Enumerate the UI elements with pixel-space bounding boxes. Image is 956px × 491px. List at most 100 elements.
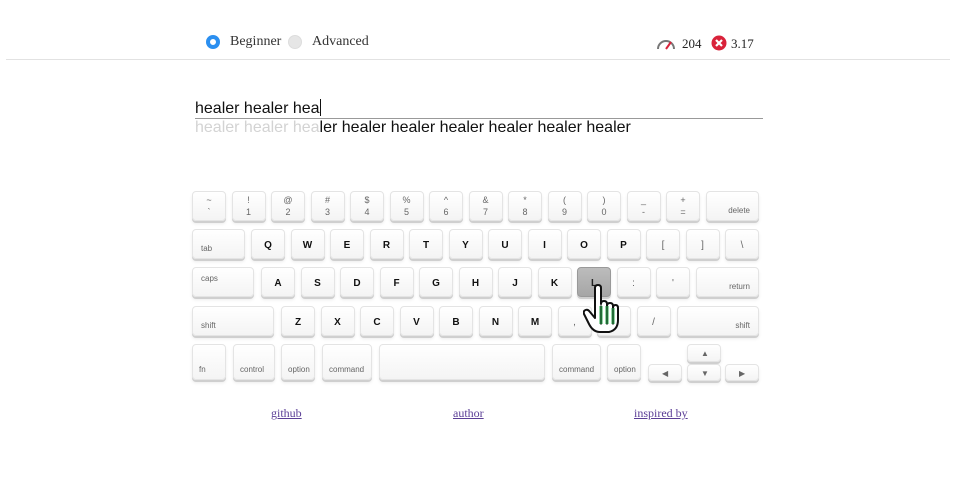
key-shift-right[interactable]: shift (677, 306, 759, 336)
key-f[interactable]: F (379, 267, 414, 297)
key-d[interactable]: D (340, 267, 374, 297)
key-command-right[interactable]: command (552, 344, 601, 380)
key-label: W (302, 240, 313, 251)
key-space[interactable] (379, 344, 545, 380)
key-label: A (274, 278, 282, 289)
key-arrow-down-icon: ▼ (701, 369, 709, 378)
key-sym[interactable]: : (616, 267, 651, 297)
key-control[interactable]: control (233, 344, 275, 380)
key-label: J (512, 278, 518, 289)
target-text: healer healer healer healer healer heale… (195, 119, 631, 137)
key-symbol: 5 (403, 207, 409, 217)
key-arrow-up[interactable]: ▲ (687, 344, 721, 362)
inspired-by-link[interactable]: inspired by (634, 406, 688, 421)
key-x[interactable]: X (320, 306, 355, 336)
key-arrow-down[interactable]: ▼ (687, 364, 721, 381)
key-sym[interactable]: [ (646, 229, 680, 259)
key-z[interactable]: Z (281, 306, 315, 336)
key-m[interactable]: M (518, 306, 552, 336)
key-s[interactable]: S (300, 267, 335, 297)
key-shift-symbol: ~ (206, 195, 212, 205)
advanced-radio[interactable] (288, 35, 302, 49)
key-w[interactable]: W (290, 229, 325, 259)
key-delete[interactable]: delete (706, 191, 759, 221)
key-label: ] (701, 240, 704, 251)
key-label: M (530, 317, 540, 328)
key-arrow-left[interactable]: ◀ (648, 364, 682, 381)
top-bar (6, 0, 950, 60)
key-sym[interactable]: ' (656, 267, 690, 297)
key-arrow-up-icon: ▲ (701, 349, 709, 358)
key-option-left[interactable]: option (281, 344, 315, 380)
key-fn[interactable]: fn (192, 344, 226, 380)
key-sym[interactable]: / (636, 306, 671, 336)
key-5[interactable]: % 5 (389, 191, 424, 221)
key-i[interactable]: I (527, 229, 562, 259)
key-symbol: 3 (324, 207, 330, 217)
key-r[interactable]: R (369, 229, 404, 259)
key-6[interactable]: ^ 6 (429, 191, 463, 221)
key-label: fn (199, 365, 206, 374)
key-k[interactable]: K (537, 267, 572, 297)
key-label: shift (201, 321, 216, 330)
key-b[interactable]: B (439, 306, 473, 336)
key-symbol: 0 (601, 207, 607, 217)
key-v[interactable]: V (399, 306, 434, 336)
key-sym[interactable]: \ (725, 229, 759, 259)
key-o[interactable]: O (567, 229, 601, 259)
mode-beginner[interactable]: Beginner (206, 34, 281, 50)
key-e[interactable]: E (330, 229, 364, 259)
key-8[interactable]: * 8 (508, 191, 542, 221)
key-4[interactable]: $4 (350, 191, 384, 221)
key-label: Z (294, 317, 302, 328)
key-q[interactable]: Q (251, 229, 285, 259)
key-9[interactable]: (9 (547, 191, 582, 221)
key-label: tab (201, 244, 213, 253)
key-1[interactable]: ! 1 (231, 191, 266, 221)
key-sym[interactable]: _ - (626, 191, 661, 221)
key-label: I (543, 240, 546, 251)
key-u[interactable]: U (488, 229, 522, 259)
beginner-radio[interactable] (206, 35, 220, 49)
key-p[interactable]: P (606, 229, 641, 259)
error-x-icon (711, 35, 727, 50)
key-sym[interactable]: ~ ` (192, 191, 226, 221)
github-link[interactable]: github (271, 406, 302, 421)
key-0[interactable]: ) 0 (587, 191, 621, 221)
author-link[interactable]: author (453, 406, 484, 421)
key-n[interactable]: N (478, 306, 513, 336)
key-shift-symbol: _ (640, 195, 646, 205)
key-tab[interactable]: tab (192, 229, 245, 259)
key-2[interactable]: @2 (271, 191, 305, 221)
key-j[interactable]: J (498, 267, 532, 297)
key-c[interactable]: C (360, 306, 394, 336)
key-shift-left[interactable]: shift (192, 306, 274, 336)
key-shift-symbol: & (482, 195, 489, 205)
pointing-hand-icon (583, 284, 619, 333)
key-7[interactable]: & 7 (468, 191, 503, 221)
key-arrow-left-icon: ◀ (662, 369, 669, 378)
key-command-left[interactable]: command (322, 344, 372, 380)
key-arrow-right[interactable]: ▶ (725, 364, 759, 381)
key-a[interactable]: A (261, 267, 295, 297)
mode-advanced[interactable]: Advanced (288, 34, 369, 50)
key-label: V (413, 317, 420, 328)
key-h[interactable]: H (458, 267, 493, 297)
key-t[interactable]: T (409, 229, 443, 259)
key-g[interactable]: G (419, 267, 453, 297)
key-label: O (580, 240, 588, 251)
key-symbol: 8 (522, 207, 528, 217)
key-label: option (614, 365, 636, 374)
key-symbol: - (642, 207, 645, 217)
typed-text: healer healer hea (195, 100, 320, 117)
key-caps[interactable]: caps (192, 267, 254, 297)
key-3[interactable]: #3 (310, 191, 345, 221)
key-option-right[interactable]: option (607, 344, 641, 380)
key-sym[interactable]: + = (666, 191, 700, 221)
key-y[interactable]: Y (448, 229, 483, 259)
key-sym[interactable]: ] (685, 229, 720, 259)
key-label: D (353, 278, 361, 289)
typing-input[interactable]: healer healer hea (195, 99, 321, 118)
key-shift-symbol: ^ (443, 195, 449, 205)
key-return[interactable]: return (696, 267, 759, 297)
